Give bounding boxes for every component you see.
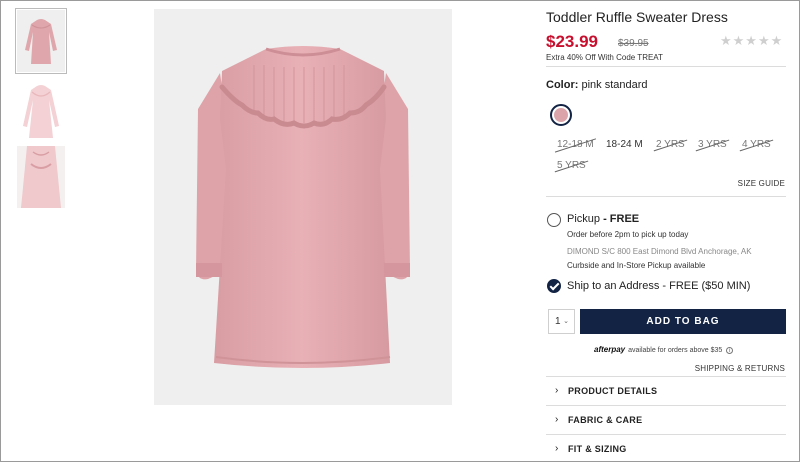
main-product-image — [154, 9, 452, 405]
info-icon[interactable]: i — [726, 347, 734, 354]
chevron-right-icon: › — [555, 385, 559, 396]
chevron-down-icon: ⌄ — [563, 318, 569, 325]
pickup-title: Pickup — [567, 213, 601, 225]
accordion-label: FIT & SIZING — [568, 444, 627, 454]
sale-price: $23.99 — [546, 32, 598, 51]
product-info-panel: Toddler Ruffle Sweater Dress $23.99 $39.… — [546, 0, 786, 462]
size-option[interactable]: 4 YRS — [742, 139, 771, 150]
size-option[interactable]: 12-18 M — [557, 139, 594, 150]
accordion-fit-sizing[interactable]: › FIT & SIZING — [546, 435, 786, 462]
color-value: pink standard — [581, 79, 648, 91]
afterpay-logo: afterpay — [594, 345, 626, 354]
divider — [546, 66, 786, 67]
thumbnail-1[interactable] — [15, 8, 67, 74]
original-price: $39.95 — [618, 38, 649, 49]
pickup-label: Pickup - FREE — [567, 213, 639, 225]
thumbnail-dress-image — [17, 80, 65, 142]
chevron-right-icon: › — [555, 414, 559, 425]
shipping-returns-link[interactable]: SHIPPING & RETURNS — [695, 364, 785, 373]
pickup-options: Curbside and In-Store Pickup available — [567, 261, 706, 270]
size-option[interactable]: 18-24 M — [606, 139, 643, 150]
size-option[interactable]: 2 YRS — [656, 139, 685, 150]
afterpay-text: available for orders above $35 — [628, 347, 723, 354]
pickup-note: Order before 2pm to pick up today — [567, 230, 689, 239]
size-option[interactable]: 3 YRS — [698, 139, 727, 150]
swatch-fill — [554, 108, 568, 122]
color-swatch[interactable] — [550, 104, 572, 126]
chevron-right-icon: › — [555, 443, 559, 454]
quantity-select[interactable]: 1 ⌄ — [548, 309, 575, 334]
color-label-line: Color: pink standard — [546, 79, 648, 91]
promo-text: Extra 40% Off With Code TREAT — [546, 53, 663, 62]
add-to-bag-button[interactable]: ADD TO BAG — [580, 309, 786, 334]
afterpay-notice: afterpay available for orders above $35 i — [594, 345, 734, 354]
accordion-fabric-care[interactable]: › FABRIC & CARE — [546, 406, 786, 434]
accordion-label: PRODUCT DETAILS — [568, 386, 658, 396]
product-title: Toddler Ruffle Sweater Dress — [546, 9, 728, 25]
pickup-free: - FREE — [600, 213, 640, 225]
quantity-value: 1 — [555, 316, 561, 327]
color-label: Color: — [546, 79, 579, 91]
rating-stars[interactable]: ★★★★★ — [720, 33, 783, 49]
accordion-label: FABRIC & CARE — [568, 415, 643, 425]
dress-illustration — [196, 46, 410, 368]
size-option[interactable]: 5 YRS — [557, 160, 586, 171]
accordion-product-details[interactable]: › PRODUCT DETAILS — [546, 377, 786, 405]
thumbnail-2[interactable] — [17, 80, 65, 142]
thumbnail-3[interactable] — [17, 146, 65, 208]
pickup-store: DIMOND S/C 800 East Dimond Blvd Anchorag… — [567, 247, 752, 256]
size-guide-link[interactable]: SIZE GUIDE — [738, 179, 785, 188]
thumbnail-dress-image — [17, 10, 65, 72]
ship-label: Ship to an Address - FREE ($50 MIN) — [567, 280, 751, 292]
divider — [546, 196, 786, 197]
ship-radio[interactable] — [547, 279, 561, 293]
pickup-radio[interactable] — [547, 213, 561, 227]
thumbnail-dress-image — [17, 146, 65, 208]
